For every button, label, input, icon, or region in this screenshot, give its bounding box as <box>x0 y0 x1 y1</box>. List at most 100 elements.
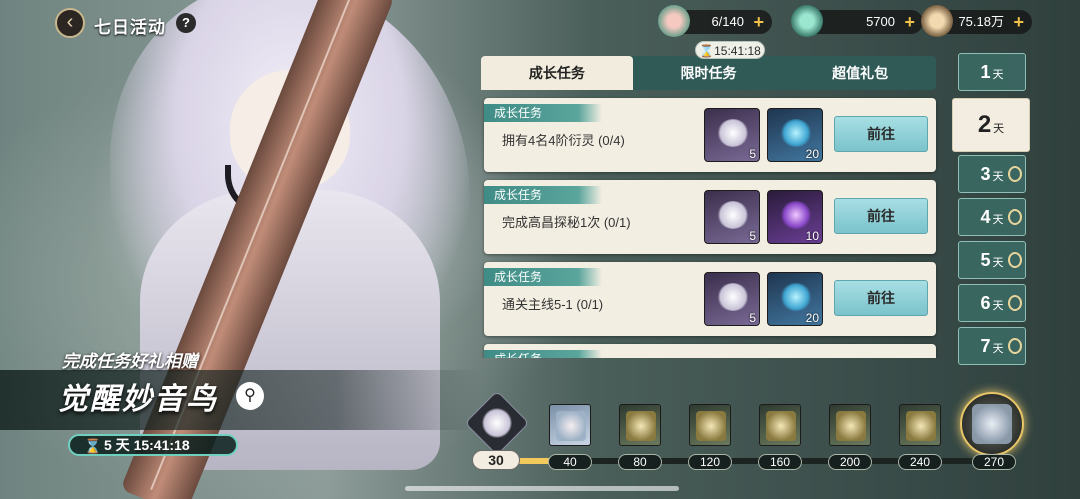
day-number: 4 <box>980 207 991 227</box>
current-points: 30 <box>472 450 520 470</box>
reward-qty: 5 <box>749 147 756 161</box>
magnifier-icon: ⚲ <box>244 387 256 404</box>
milestone-reward[interactable] <box>549 404 591 446</box>
resource-value: 6/140 <box>711 14 744 29</box>
go-button[interactable]: 前往 <box>834 280 928 316</box>
feather-icon <box>717 119 749 147</box>
skill-book-icon <box>626 411 656 441</box>
crystal-icon <box>780 283 812 311</box>
event-countdown: ⌛ 5 天 15:41:18 <box>68 434 238 456</box>
lock-icon <box>1008 252 1022 268</box>
day-tab-5[interactable]: 5天 <box>958 241 1026 279</box>
day-unit: 天 <box>992 300 1004 312</box>
reward-item[interactable]: 10 <box>767 190 823 244</box>
task-tag: 成长任务 <box>484 104 602 122</box>
task-tag: 成长任务 <box>484 268 602 286</box>
lock-icon <box>1008 166 1022 182</box>
lock-icon <box>1008 209 1022 225</box>
limited-task-timer: ⌛15:41:18 <box>695 41 765 59</box>
reward-item[interactable]: 20 <box>767 272 823 326</box>
reward-qty: 20 <box>805 311 819 325</box>
skill-book-icon <box>766 411 796 441</box>
milestone-value: 200 <box>828 454 872 470</box>
milestone-value: 270 <box>972 454 1016 470</box>
lock-icon <box>1008 338 1022 354</box>
day-number: 7 <box>980 336 991 356</box>
feather-icon <box>717 283 749 311</box>
back-button[interactable]: ‹ <box>55 8 85 38</box>
milestone-reward[interactable] <box>689 404 731 446</box>
milestone-value: 160 <box>758 454 802 470</box>
task-row: 成长任务 拥有4名4阶衍灵 (0/4) 5 20 前往 <box>484 98 936 172</box>
reward-qty: 10 <box>805 229 819 243</box>
crystal-icon <box>780 119 812 147</box>
day-tab-3[interactable]: 3天 <box>958 155 1026 193</box>
task-tag: 成长任务 <box>484 350 602 358</box>
milestone-reward[interactable] <box>759 404 801 446</box>
task-description: 通关主线5-1 (0/1) <box>502 297 604 312</box>
day-unit: 天 <box>992 343 1004 355</box>
day-tab-7[interactable]: 7天 <box>958 327 1026 365</box>
day-tab-4[interactable]: 4天 <box>958 198 1026 236</box>
day-tab-2[interactable]: 2天 <box>952 98 1030 152</box>
day-unit: 天 <box>992 257 1004 269</box>
reward-item[interactable]: 20 <box>767 108 823 162</box>
go-button[interactable]: 前往 <box>834 116 928 152</box>
resource-energy: 6/140 + <box>658 5 772 37</box>
tab-growth-tasks[interactable]: 成长任务 <box>481 56 633 90</box>
skill-book-icon <box>696 411 726 441</box>
final-milestone-reward[interactable] <box>960 392 1024 456</box>
milestone-value: 120 <box>688 454 732 470</box>
feather-icon <box>717 201 749 229</box>
task-row: 成长任务 通关主线5-1 (0/1) 5 20 前往 <box>484 262 936 336</box>
milestone-reward[interactable] <box>619 404 661 446</box>
add-jade-button[interactable]: + <box>904 10 915 34</box>
lock-icon <box>1008 295 1022 311</box>
page-title: 七日活动 <box>94 18 166 37</box>
character-portrait-icon <box>556 411 586 441</box>
inspect-character-button[interactable]: ⚲ <box>236 382 264 410</box>
reward-item[interactable]: 5 <box>704 108 760 162</box>
task-description: 拥有4名4阶衍灵 (0/4) <box>502 133 625 148</box>
day-tab-6[interactable]: 6天 <box>958 284 1026 322</box>
tab-value-packs[interactable]: 超值礼包 <box>784 56 936 90</box>
add-energy-button[interactable]: + <box>753 10 764 34</box>
day-unit: 天 <box>992 171 1004 183</box>
skill-book-icon <box>906 411 936 441</box>
countdown-text: 5 天 15:41:18 <box>104 437 190 453</box>
task-row: 成长任务 完成高昌探秘1次 (0/1) 5 10 前往 <box>484 180 936 254</box>
day-unit: 天 <box>992 69 1004 81</box>
home-indicator[interactable] <box>405 486 679 491</box>
reward-qty: 20 <box>805 147 819 161</box>
go-button[interactable]: 前往 <box>834 198 928 234</box>
add-coin-button[interactable]: + <box>1013 10 1024 34</box>
purple-crystal-icon <box>780 201 812 229</box>
milestone-value: 40 <box>548 454 592 470</box>
resource-jade: 5700 + <box>791 5 923 37</box>
tab-limited-tasks[interactable]: 限时任务 <box>633 56 785 90</box>
day-number: 5 <box>980 250 991 270</box>
jade-gem-icon <box>791 5 823 37</box>
promo-subtitle: 完成任务好礼相赠 <box>62 352 198 371</box>
day-unit: 天 <box>992 214 1004 226</box>
task-description: 完成高昌探秘1次 (0/1) <box>502 215 631 230</box>
resource-value: 75.18万 <box>958 14 1004 29</box>
reward-item[interactable]: 5 <box>704 272 760 326</box>
reward-qty: 5 <box>749 229 756 243</box>
help-icon[interactable]: ? <box>176 13 196 33</box>
back-icon: ‹ <box>66 11 74 33</box>
milestone-reward[interactable] <box>829 404 871 446</box>
task-tag: 成长任务 <box>484 186 602 204</box>
reward-item[interactable]: 5 <box>704 190 760 244</box>
promo-title: 觉醒妙音鸟 <box>58 383 218 416</box>
resource-value: 5700 <box>866 14 895 29</box>
skill-book-icon <box>836 411 866 441</box>
day-tab-1[interactable]: 1天 <box>958 53 1026 91</box>
character-portrait-icon <box>972 404 1012 444</box>
task-row: 成长任务 <box>484 344 936 358</box>
milestone-value: 240 <box>898 454 942 470</box>
milestone-reward[interactable] <box>899 404 941 446</box>
resource-coin: 75.18万 + <box>921 5 1032 37</box>
milestone-value: 80 <box>618 454 662 470</box>
reward-qty: 5 <box>749 311 756 325</box>
